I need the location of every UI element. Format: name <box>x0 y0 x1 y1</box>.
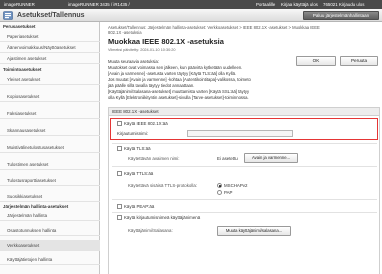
sidebar-item-favorites[interactable]: Suosikkiasetukset <box>0 191 100 202</box>
pap-radio[interactable] <box>217 190 222 195</box>
sidebar-item-volume-display[interactable]: Äänenvoimakkuus/Näyttöasetukset <box>0 42 100 53</box>
sidebar-heading-system: Järjestelmän hallinta-asetukset <box>3 204 69 209</box>
use-peap-label: Käytä PEAP:ää <box>124 204 155 209</box>
ok-button[interactable]: OK <box>296 56 336 66</box>
sidebar-item-network[interactable]: Verkkoasetukset <box>0 240 100 251</box>
section-heading: IEEE 802.1X -asetukset <box>108 107 380 116</box>
last-updated: Viimeksi päivitetty: 2024-01-10 10:30:20 <box>108 48 176 52</box>
sidebar-item-printer[interactable]: Tulostimen asetukset <box>0 159 100 170</box>
sidebar-item-timer[interactable]: Ajastimen asetukset <box>0 53 100 64</box>
use-tls-checkbox[interactable] <box>117 146 122 151</box>
key-cert-value: Ei asetettu <box>217 156 238 161</box>
mschapv2-label: MSCHAPv2 <box>224 183 248 188</box>
login-as-username-checkbox[interactable] <box>117 215 122 220</box>
description-line: Muutokset ovat voimassa sen jälkeen, kun… <box>108 65 243 70</box>
login-as-username-label: Käytä kirjautumisnimeä käyttäjänimenä <box>124 215 201 220</box>
breadcrumb-line2: 802.1X -asetuksia <box>108 30 142 35</box>
description-line: jää päälle sillä tavalla täytyy tiedot a… <box>108 83 195 88</box>
divider <box>112 143 377 144</box>
ttls-protocol-label: Käytettävä sisäisä TTLS-protokolla: <box>128 183 197 188</box>
title-bar: Asetukset/Tallennus Paluu järjestelmänha… <box>0 9 382 22</box>
divider <box>112 212 377 213</box>
key-cert-button[interactable]: Avain ja varmenne... <box>244 153 298 163</box>
sidebar-item-paper[interactable]: Paperiasetukset <box>0 31 100 42</box>
use-ieee-checkbox[interactable] <box>117 121 122 126</box>
use-ttls-checkbox[interactable] <box>117 171 122 176</box>
use-ieee-label: Käytä IEEE 802.1X:ää <box>124 121 168 126</box>
sidebar-item-media-print[interactable]: Muistivälinetulostusasetukset <box>0 142 100 153</box>
sidebar: Perusasetukset Paperiasetukset Äänenvoim… <box>0 22 100 274</box>
cancel-button[interactable]: Peruuta <box>340 56 378 66</box>
user-id: 765021 <box>323 2 338 7</box>
divider <box>112 199 377 200</box>
page-title: Muokkaa IEEE 802.1X -asetuksia <box>108 37 224 46</box>
sidebar-heading-basic: Perusasetukset <box>3 24 36 29</box>
product-name: imageRUNNER <box>4 2 35 7</box>
use-peap-checkbox[interactable] <box>117 204 122 209</box>
sidebar-item-report[interactable]: Tulostusraporttiasetukset <box>0 175 100 186</box>
logout-link[interactable]: Kirjaa käyttäjä ulos <box>281 2 318 7</box>
sidebar-item-scan[interactable]: Skannausasetukset <box>0 125 100 136</box>
login-user-link[interactable]: Kirjaudu ulos <box>339 2 364 7</box>
login-name-input[interactable] <box>187 130 293 137</box>
sidebar-item-user-data[interactable]: Käyttäjätietojen hallinta <box>0 254 100 265</box>
sidebar-item-copy[interactable]: Kopiosasetukset <box>0 91 100 102</box>
pap-label: PAP <box>224 190 233 195</box>
portal-link[interactable]: Portaalille <box>256 2 275 7</box>
key-cert-label: Käytettävän avaimen nimi: <box>128 156 180 161</box>
user-pw-label: Käyttäjänimi/Salasana: <box>128 228 173 233</box>
device-name: imageRUNNER 3435 / iR1435 / <box>68 2 130 7</box>
top-bar: imageRUNNER imageRUNNER 3435 / iR1435 / … <box>0 0 382 9</box>
login-name-label: Kirjautumisnimi: <box>117 131 148 136</box>
description-line: Jos muutat [Avain ja varmenne] -kohtaa [… <box>108 77 251 82</box>
divider <box>112 166 377 167</box>
description-line: Muuta seuraavia asetuksia: <box>108 59 159 64</box>
description-line: [Käyttäjänimi/Salasana-asetukset] muutta… <box>108 89 250 94</box>
sidebar-item-dept-id[interactable]: Osastotunnuksen hallinta <box>0 225 100 236</box>
sidebar-item-common[interactable]: Yleiset asetukset <box>0 74 100 85</box>
use-ttls-label: Käytä TTLS:ää <box>124 171 154 176</box>
description-line: [Avain ja varmenne] -asetusta varten täy… <box>108 71 237 76</box>
user-pw-button[interactable]: Muuta käyttäjänimi/salasana... <box>217 226 291 236</box>
sidebar-item-fax[interactable]: Faksiasetukset <box>0 108 100 119</box>
settings-app-icon <box>3 11 13 20</box>
app-title: Asetukset/Tallennus <box>17 12 85 19</box>
use-tls-label: Käytä TLS:ää <box>124 146 151 151</box>
sidebar-item-system-management[interactable]: Järjestelmän hallinta <box>0 210 100 221</box>
description-line: olla Kyllä [Elektroniikityntin asetukset… <box>108 95 249 100</box>
sidebar-heading-function: Toimintoasetukset <box>3 67 42 72</box>
return-portal-button[interactable]: Paluu järjestelmänhallintaan <box>303 11 379 20</box>
mschapv2-radio[interactable] <box>217 183 222 188</box>
